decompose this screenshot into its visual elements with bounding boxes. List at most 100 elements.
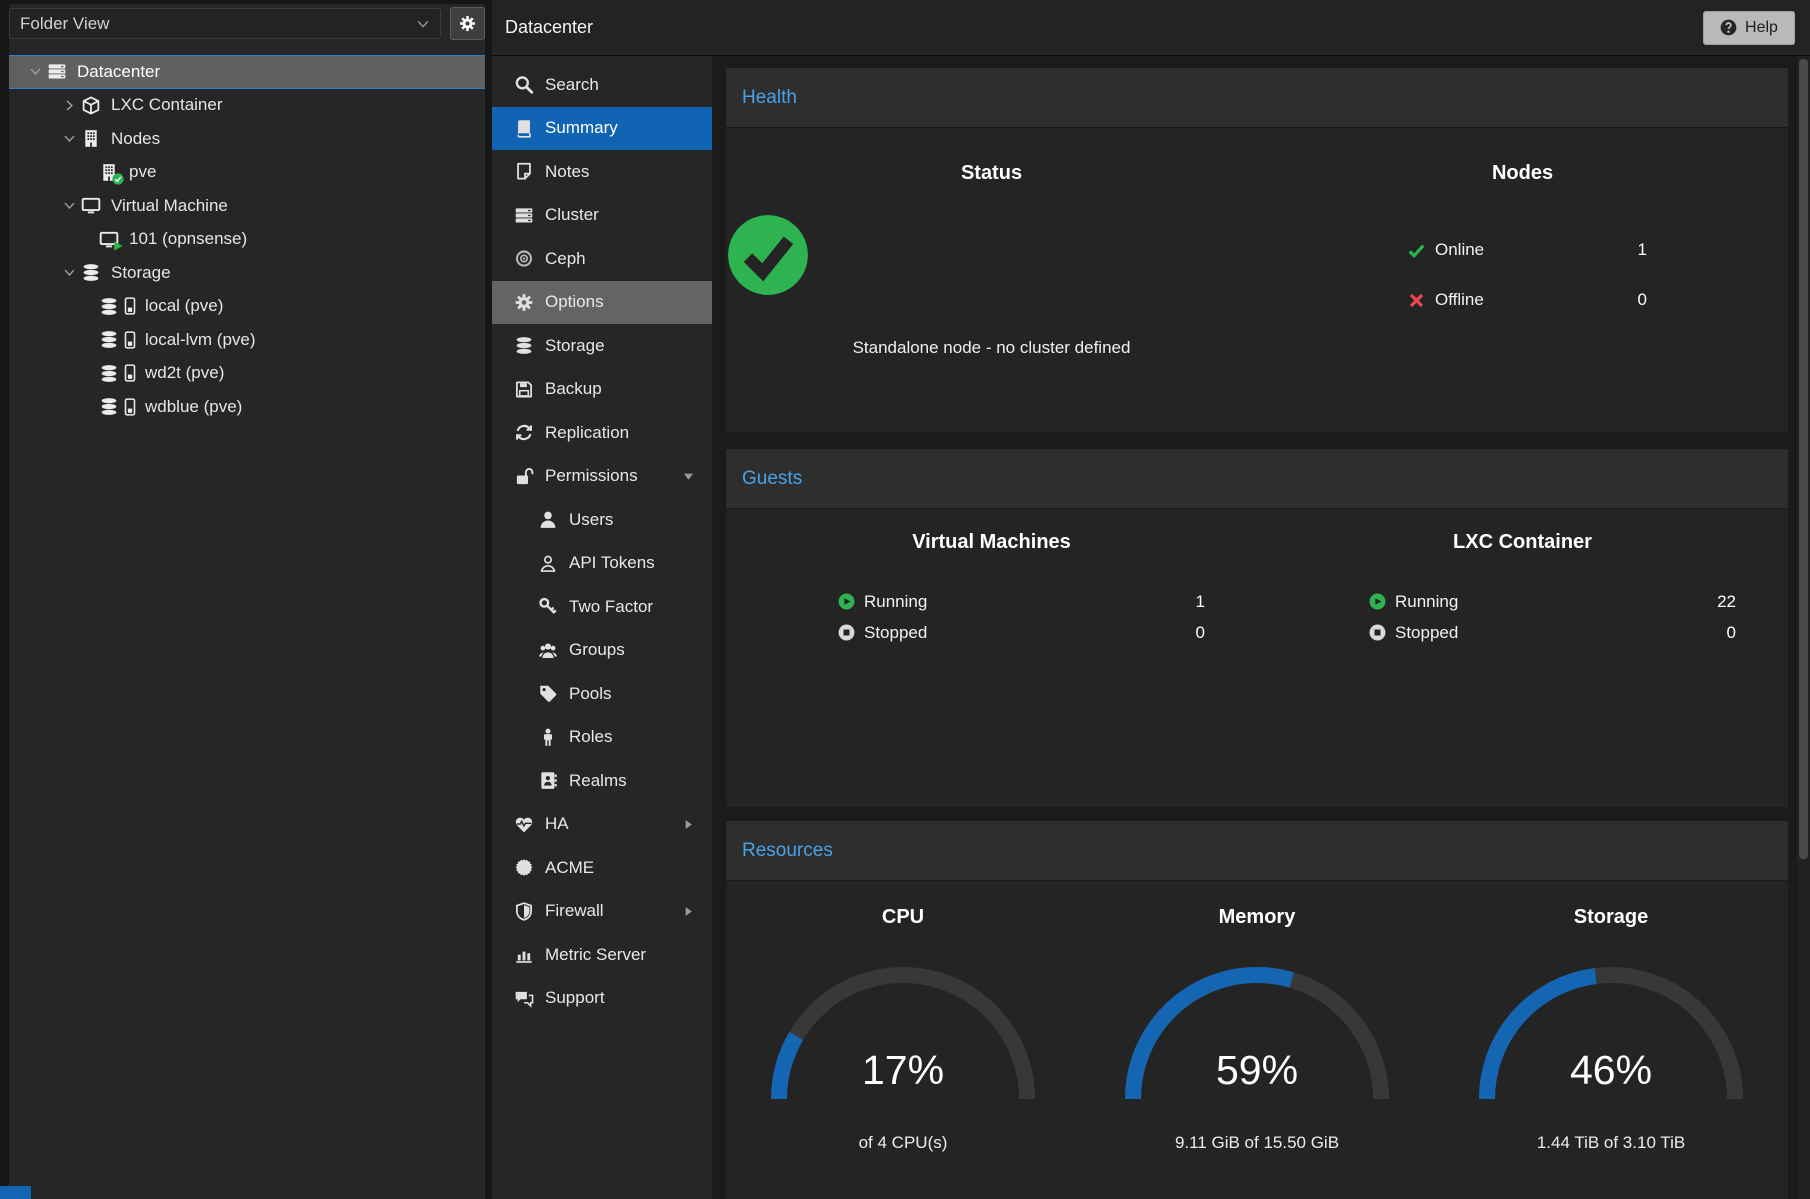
nav-item-options[interactable]: Options: [492, 281, 712, 325]
badge-burst-icon: [514, 858, 534, 877]
nav-item-roles[interactable]: Roles: [492, 716, 712, 760]
tree-item-storage[interactable]: Storage: [9, 256, 485, 290]
tree-item-wd2t[interactable]: wd2t (pve): [9, 357, 485, 391]
main-scrollbar[interactable]: [1797, 56, 1810, 1199]
cpu-title: CPU: [726, 906, 1080, 929]
building-icon: [99, 163, 119, 182]
vm-running-count: 1: [1196, 592, 1205, 612]
chevron-right-icon[interactable]: [59, 98, 79, 112]
view-selector-dropdown[interactable]: Folder View: [9, 8, 441, 39]
lxc-container-column: LXC Container Running 22 Stopped 0: [1257, 531, 1788, 807]
tree-item-label: pve: [129, 162, 156, 182]
tree-item-lxc-container[interactable]: LXC Container: [9, 89, 485, 123]
tree-item-label: wd2t (pve): [145, 363, 224, 383]
vm-stopped-label: Stopped: [864, 623, 927, 643]
caret-right-icon[interactable]: [682, 905, 695, 918]
nav-item-permissions[interactable]: Permissions: [492, 455, 712, 499]
nav-item-users[interactable]: Users: [492, 498, 712, 542]
disk-icon: [124, 364, 136, 382]
storage-gauge-column: Storage 46% 1.44 TiB of 3.10 TiB: [1434, 906, 1788, 1199]
nav-item-label: Realms: [569, 771, 627, 791]
nodes-title: Nodes: [1257, 162, 1788, 185]
nav-item-replication[interactable]: Replication: [492, 411, 712, 455]
nav-item-label: Summary: [545, 118, 618, 138]
tree-item-nodes[interactable]: Nodes: [9, 122, 485, 156]
tree-item-virtual-machine[interactable]: Virtual Machine: [9, 189, 485, 223]
unlock-icon: [514, 467, 534, 486]
nav-item-label: Notes: [545, 162, 589, 182]
chevron-down-icon[interactable]: [25, 65, 45, 79]
tree-item-label: Nodes: [111, 129, 160, 149]
memory-subtitle: 9.11 GiB of 15.50 GiB: [1080, 1133, 1434, 1153]
nav-item-firewall[interactable]: Firewall: [492, 890, 712, 934]
ceph-icon: [514, 249, 534, 268]
nav-item-two-factor[interactable]: Two Factor: [492, 585, 712, 629]
play-circle-icon: [1369, 593, 1386, 610]
tree-item-datacenter[interactable]: Datacenter: [9, 55, 485, 89]
tree-item-101-opnsense[interactable]: 101 (opnsense): [9, 223, 485, 257]
nav-item-cluster[interactable]: Cluster: [492, 194, 712, 238]
memory-percent: 59%: [1112, 1047, 1402, 1094]
resources-panel-header: Resources: [726, 821, 1788, 881]
caret-down-icon[interactable]: [682, 470, 695, 483]
tree-item-label: Virtual Machine: [111, 196, 228, 216]
nav-item-groups[interactable]: Groups: [492, 629, 712, 673]
tree-item-local-lvm[interactable]: local-lvm (pve): [9, 323, 485, 357]
tree-item-wdblue[interactable]: wdblue (pve): [9, 390, 485, 424]
nav-item-label: Pools: [569, 684, 612, 704]
nav-item-summary[interactable]: Summary: [492, 107, 712, 151]
nav-item-notes[interactable]: Notes: [492, 150, 712, 194]
nav-item-metric-server[interactable]: Metric Server: [492, 933, 712, 977]
content-header-bar: Datacenter Help: [492, 0, 1810, 56]
cpu-gauge-column: CPU 17% of 4 CPU(s): [726, 906, 1080, 1199]
status-title: Status: [726, 162, 1257, 185]
nav-item-label: ACME: [545, 858, 594, 878]
guests-panel-header: Guests: [726, 449, 1788, 509]
nav-item-backup[interactable]: Backup: [492, 368, 712, 412]
user-outline-icon: [538, 554, 558, 573]
chevron-down-icon[interactable]: [59, 266, 79, 280]
nav-item-label: API Tokens: [569, 553, 655, 573]
storage-percent: 46%: [1466, 1047, 1756, 1094]
users-group-icon: [538, 641, 558, 660]
nav-item-storage[interactable]: Storage: [492, 324, 712, 368]
tree-settings-button[interactable]: [450, 7, 485, 40]
database-icon: [81, 263, 101, 282]
nav-item-support[interactable]: Support: [492, 977, 712, 1021]
user-icon: [538, 510, 558, 529]
nav-item-realms[interactable]: Realms: [492, 759, 712, 803]
database-icon: [99, 364, 119, 383]
tree-item-label: local-lvm (pve): [145, 330, 256, 350]
chevron-down-icon[interactable]: [59, 199, 79, 213]
cross-icon: [1407, 291, 1426, 310]
database-icon: [99, 297, 119, 316]
cpu-subtitle: of 4 CPU(s): [726, 1133, 1080, 1153]
scrollbar-thumb[interactable]: [1799, 59, 1808, 859]
tree-item-local[interactable]: local (pve): [9, 290, 485, 324]
nav-item-pools[interactable]: Pools: [492, 672, 712, 716]
note-icon: [514, 162, 534, 181]
nav-item-label: Cluster: [545, 205, 599, 225]
status-ok-check-circle-icon: [726, 213, 810, 297]
lxc-stopped-label: Stopped: [1395, 623, 1458, 643]
guests-panel: Guests Virtual Machines Running 1 Stoppe…: [726, 449, 1788, 807]
cpu-percent: 17%: [758, 1047, 1048, 1094]
chevron-down-icon[interactable]: [59, 132, 79, 146]
search-icon: [514, 75, 534, 94]
nav-item-label: Support: [545, 988, 605, 1008]
nav-item-acme[interactable]: ACME: [492, 846, 712, 890]
help-button[interactable]: Help: [1703, 11, 1795, 45]
nav-item-search[interactable]: Search: [492, 63, 712, 107]
cpu-gauge: 17%: [758, 959, 1048, 1107]
page-title: Datacenter: [492, 17, 593, 38]
tree-item-label: wdblue (pve): [145, 397, 242, 417]
nav-item-ha[interactable]: HA: [492, 803, 712, 847]
nav-item-ceph[interactable]: Ceph: [492, 237, 712, 281]
status-message: Standalone node - no cluster defined: [726, 338, 1257, 358]
book-icon: [514, 119, 534, 138]
floppy-icon: [514, 380, 534, 399]
tree-item-pve[interactable]: pve: [9, 156, 485, 190]
caret-right-icon[interactable]: [682, 818, 695, 831]
nav-item-label: Options: [545, 292, 604, 312]
nav-item-api-tokens[interactable]: API Tokens: [492, 542, 712, 586]
